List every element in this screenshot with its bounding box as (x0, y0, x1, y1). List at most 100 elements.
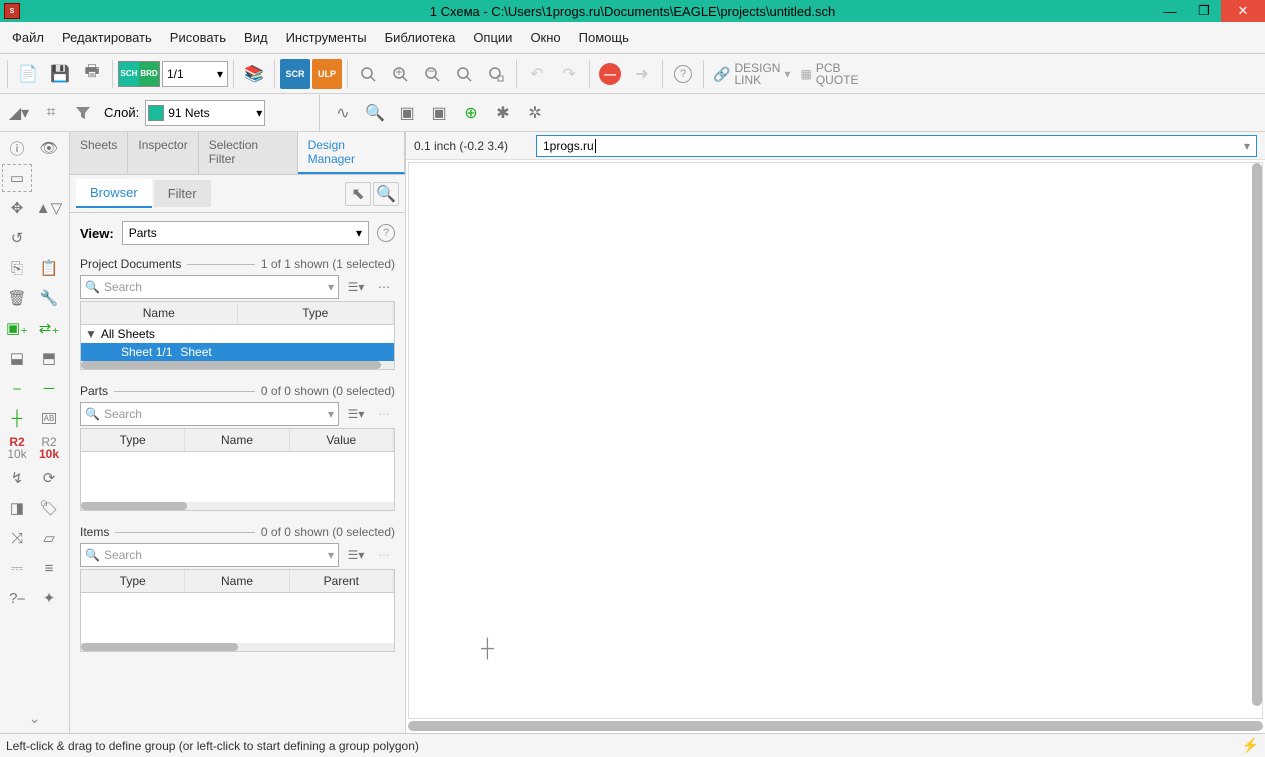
label-icon[interactable]: AB (34, 404, 64, 432)
search-tool-icon[interactable]: 🔍 (360, 98, 390, 128)
parts-hscroll[interactable] (81, 502, 394, 510)
add-part-icon[interactable]: ▣₊ (2, 314, 32, 342)
undo-icon[interactable]: ↶ (522, 59, 552, 89)
view-help-icon[interactable]: ? (377, 224, 395, 242)
items-col-type[interactable]: Type (81, 570, 185, 592)
parts-list-icon[interactable]: ☰▾ (345, 403, 367, 425)
parts-col-name[interactable]: Name (185, 429, 289, 451)
subtab-browser[interactable]: Browser (76, 179, 152, 208)
items-hscroll[interactable] (81, 643, 394, 651)
menu-window[interactable]: Окно (522, 26, 568, 49)
rotate-icon[interactable]: ↺ (2, 224, 32, 252)
docs-col-name[interactable]: Name (81, 302, 238, 324)
items-search[interactable]: 🔍 Search ▾ (80, 543, 339, 567)
tab-sheets[interactable]: Sheets (70, 132, 128, 174)
net-icon[interactable]: ─ (34, 374, 64, 402)
layers-icon[interactable]: ◢▾ (4, 98, 34, 128)
docs-col-type[interactable]: Type (238, 302, 395, 324)
menu-library[interactable]: Библиотека (377, 26, 464, 49)
zoom-mode-icon[interactable]: 🔍 (373, 182, 399, 206)
items-col-name[interactable]: Name (185, 570, 289, 592)
close-button[interactable]: ✕ (1221, 0, 1265, 22)
docs-list-icon[interactable]: ☰▾ (345, 276, 367, 298)
items-more-icon[interactable]: ⋯ (373, 544, 395, 566)
smash-icon[interactable]: ↯ (2, 464, 32, 492)
change-icon[interactable]: 🔧 (34, 284, 64, 312)
parts-col-type[interactable]: Type (81, 429, 185, 451)
subtab-filter[interactable]: Filter (154, 180, 211, 207)
palette-expand-icon[interactable]: ⌄ (25, 706, 45, 731)
parts-search[interactable]: 🔍 Search ▾ (80, 402, 339, 426)
show-icon[interactable]: 👁 (34, 134, 64, 162)
split-icon[interactable]: ⤨ (2, 524, 32, 552)
cursor-mode-icon[interactable]: ⬉ (345, 182, 371, 206)
parts-more-icon[interactable]: ⋯ (373, 403, 395, 425)
paste-icon[interactable]: 📋 (34, 254, 64, 282)
invoke-icon[interactable]: ▱ (34, 524, 64, 552)
line-icon[interactable]: ⎯ (2, 374, 32, 402)
schematic-canvas[interactable]: ┼ (408, 162, 1263, 719)
tab-selection-filter[interactable]: Selection Filter (199, 132, 298, 174)
sch-brd-switch[interactable]: SCH BRD (118, 61, 160, 87)
parts-col-value[interactable]: Value (290, 429, 394, 451)
layer-dropdown[interactable]: 91 Nets ▾ (145, 100, 265, 126)
gear2-icon[interactable]: ✲ (520, 98, 550, 128)
value-icon[interactable]: R210k (34, 434, 64, 462)
docs-more-icon[interactable]: ⋯ (373, 276, 395, 298)
docs-row-sheet[interactable]: Sheet 1/1 Sheet (81, 343, 394, 361)
view-dropdown[interactable]: Parts ▾ (122, 221, 369, 245)
zoom-fit-icon[interactable] (353, 59, 383, 89)
junction-icon[interactable]: ┼ (2, 404, 32, 432)
filter-icon[interactable] (68, 98, 98, 128)
menu-view[interactable]: Вид (236, 26, 276, 49)
copy-icon[interactable]: ⎘ (2, 254, 32, 282)
add-plus-icon[interactable]: ⊕ (456, 98, 486, 128)
canvas-hscroll[interactable] (408, 721, 1263, 731)
tag-icon[interactable]: 🏷 (34, 494, 64, 522)
items-list-icon[interactable]: ☰▾ (345, 544, 367, 566)
scr-button[interactable]: SCR (280, 59, 310, 89)
erase-icon[interactable]: ◨ (2, 494, 32, 522)
command-input[interactable]: 1progs.ru ▾ (536, 135, 1257, 157)
maximize-button[interactable]: ❐ (1187, 0, 1221, 22)
ulp-button[interactable]: ULP (312, 59, 342, 89)
stop-button[interactable]: — (595, 59, 625, 89)
bolt-icon[interactable]: ⚡ (1242, 737, 1259, 754)
open-icon[interactable]: 📄 (13, 59, 43, 89)
menu-edit[interactable]: Редактировать (54, 26, 160, 49)
grid-icon[interactable]: ⌗ (36, 98, 66, 128)
menu-draw[interactable]: Рисовать (162, 26, 234, 49)
pcb-quote-button[interactable]: ▦ PCBQUOTE (796, 62, 862, 86)
zoom-in-icon[interactable]: + (385, 59, 415, 89)
sheet-selector[interactable]: 1/1 ▾ (162, 61, 228, 87)
menu-tools[interactable]: Инструменты (278, 26, 375, 49)
attribute-icon[interactable]: ✦ (34, 584, 64, 612)
print-icon[interactable]: 🖶 (77, 59, 107, 89)
redo-icon[interactable]: ↷ (554, 59, 584, 89)
name-icon[interactable]: R210k (2, 434, 32, 462)
design-link-button[interactable]: 🔗 DESIGNLINK ▾ (709, 62, 794, 86)
help-icon[interactable]: ? (668, 59, 698, 89)
info-icon[interactable]: ⓘ (2, 134, 32, 162)
menu-file[interactable]: Файл (4, 26, 52, 49)
replace-icon[interactable]: ⇄₊ (34, 314, 64, 342)
canvas-vscroll[interactable] (1252, 163, 1262, 706)
pinswap-icon[interactable]: ⬒ (34, 344, 64, 372)
save-icon[interactable]: 💾 (45, 59, 75, 89)
go-icon[interactable]: ➜ (627, 59, 657, 89)
errors-icon[interactable]: ▣ (424, 98, 454, 128)
menu-options[interactable]: Опции (465, 26, 520, 49)
group-icon[interactable]: ▭ (2, 164, 32, 192)
gateswap-icon[interactable]: ⬓ (2, 344, 32, 372)
menu-help[interactable]: Помощь (571, 26, 637, 49)
minimize-button[interactable]: — (1153, 0, 1187, 22)
docs-search[interactable]: 🔍 Search ▾ (80, 275, 339, 299)
library-icon[interactable]: 📚 (239, 59, 269, 89)
module-tool-icon[interactable]: ∿ (328, 98, 358, 128)
zoom-select-icon[interactable] (481, 59, 511, 89)
tab-inspector[interactable]: Inspector (128, 132, 198, 174)
docs-hscroll[interactable] (81, 361, 394, 369)
zoom-out-icon[interactable]: − (417, 59, 447, 89)
mirror-icon[interactable]: ▲▽ (34, 194, 64, 222)
gear-icon[interactable]: ✱ (488, 98, 518, 128)
